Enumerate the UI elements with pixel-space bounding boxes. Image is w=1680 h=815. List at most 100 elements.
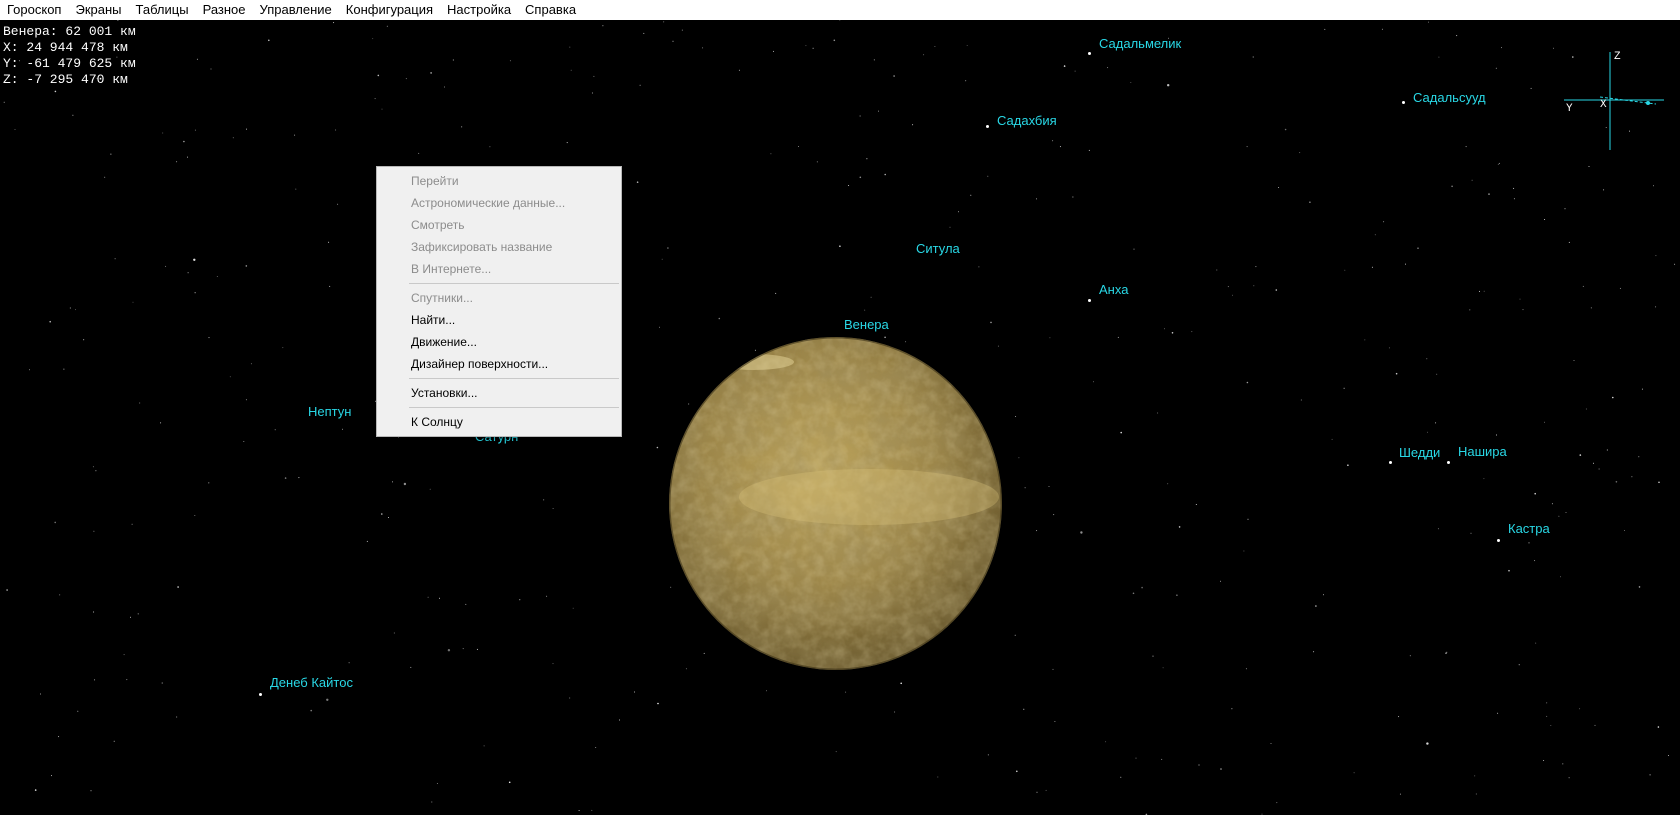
star-sadachbia-dot[interactable] [986,125,989,128]
background-star [1054,721,1056,722]
background-star [77,710,79,712]
menu-control[interactable]: Управление [253,0,339,20]
background-star [893,75,895,77]
background-star [770,153,772,155]
background-star [132,301,134,303]
background-star [1550,725,1552,726]
background-star [1270,743,1272,744]
label-sadalsuud[interactable]: Садальсууд [1413,90,1486,105]
background-star [688,403,690,405]
background-star [1488,193,1490,195]
background-star [348,662,350,664]
background-star [94,679,96,681]
menu-item-surface-designer[interactable]: Дизайнер поверхности... [377,353,621,375]
menu-item-motion[interactable]: Движение... [377,331,621,353]
background-star [335,129,337,131]
background-star [1220,580,1221,582]
background-star [1053,514,1055,516]
background-star [282,347,284,349]
menu-item-settings[interactable]: Установки... [377,382,621,404]
background-star [1015,416,1017,417]
star-sadalmelik-dot[interactable] [1088,52,1091,55]
star-kastra-dot[interactable] [1497,539,1500,542]
background-star [978,266,980,268]
menu-misc[interactable]: Разное [196,0,253,20]
label-neptune[interactable]: Нептун [308,404,351,419]
background-star [388,517,389,518]
background-star [775,292,777,294]
label-sheddi[interactable]: Шедди [1399,445,1440,460]
background-star [194,292,196,294]
background-star [1435,422,1437,424]
space-view[interactable]: Венера: 62 001 км X: 24 944 478 км Y: -61 … [0,20,1680,815]
background-star [1343,387,1345,389]
background-star [884,173,886,176]
background-star [1668,755,1669,756]
star-sadalsuud-dot[interactable] [1402,101,1405,104]
menu-tables[interactable]: Таблицы [128,0,195,20]
background-star [117,20,119,21]
menu-settings[interactable]: Настройка [440,0,518,20]
menu-horoscope[interactable]: Гороскоп [0,0,68,20]
background-star [1246,146,1248,148]
planet-venus[interactable] [669,337,1002,670]
readout-x: X: 24 944 478 км [3,40,128,55]
background-star [1018,457,1020,459]
background-star [427,596,429,598]
background-star [298,477,300,479]
star-ankha-dot[interactable] [1088,299,1091,302]
background-star [187,272,189,274]
background-star [1535,642,1537,644]
background-star [329,285,331,287]
background-star [3,101,5,103]
background-star [912,124,914,126]
label-situla[interactable]: Ситула [916,241,960,256]
star-sheddi-dot[interactable] [1389,461,1392,464]
background-star [937,776,939,778]
background-star [1080,531,1083,534]
background-star [1278,187,1280,188]
background-star [405,78,407,80]
background-star [1161,758,1163,760]
label-venus[interactable]: Венера [844,317,889,332]
background-star [1565,512,1567,513]
background-star [1016,770,1018,773]
menu-screens[interactable]: Экраны [68,0,128,20]
background-star [657,702,659,705]
background-star [1135,757,1137,759]
background-star [1534,560,1536,562]
background-star [1247,518,1249,520]
label-kastra[interactable]: Кастра [1508,521,1550,536]
menu-help[interactable]: Справка [518,0,583,20]
label-sadalmelik[interactable]: Садальмелик [1099,36,1181,51]
background-star [1176,594,1178,596]
background-star [246,128,247,130]
background-star [1470,532,1472,534]
background-star [216,276,218,277]
menu-item-find[interactable]: Найти... [377,309,621,331]
background-star [386,25,388,27]
background-star [1496,434,1497,436]
background-star [1465,146,1467,148]
background-star [194,515,196,516]
background-star [1347,464,1349,467]
menu-configuration[interactable]: Конфигурация [339,0,440,20]
background-star [934,46,936,47]
background-star [1508,569,1510,572]
label-sadachbia[interactable]: Садахбия [997,113,1057,128]
background-star [1568,777,1570,779]
label-ankha[interactable]: Анха [1099,282,1128,297]
background-star [1603,189,1605,191]
label-nashira[interactable]: Нашира [1458,444,1507,459]
label-deneb-kaitos[interactable]: Денеб Кайтос [270,675,353,690]
background-star [1551,503,1553,505]
background-star [1300,399,1302,401]
star-nashira-dot[interactable] [1447,461,1450,464]
readout-y: Y: -61 479 625 км [3,56,136,71]
background-star [1518,664,1520,666]
star-deneb-dot[interactable] [259,693,262,696]
menu-item-to-sun[interactable]: К Солнцу [377,411,621,433]
background-star [436,783,438,784]
background-star [1446,651,1448,653]
background-star [1593,462,1594,464]
